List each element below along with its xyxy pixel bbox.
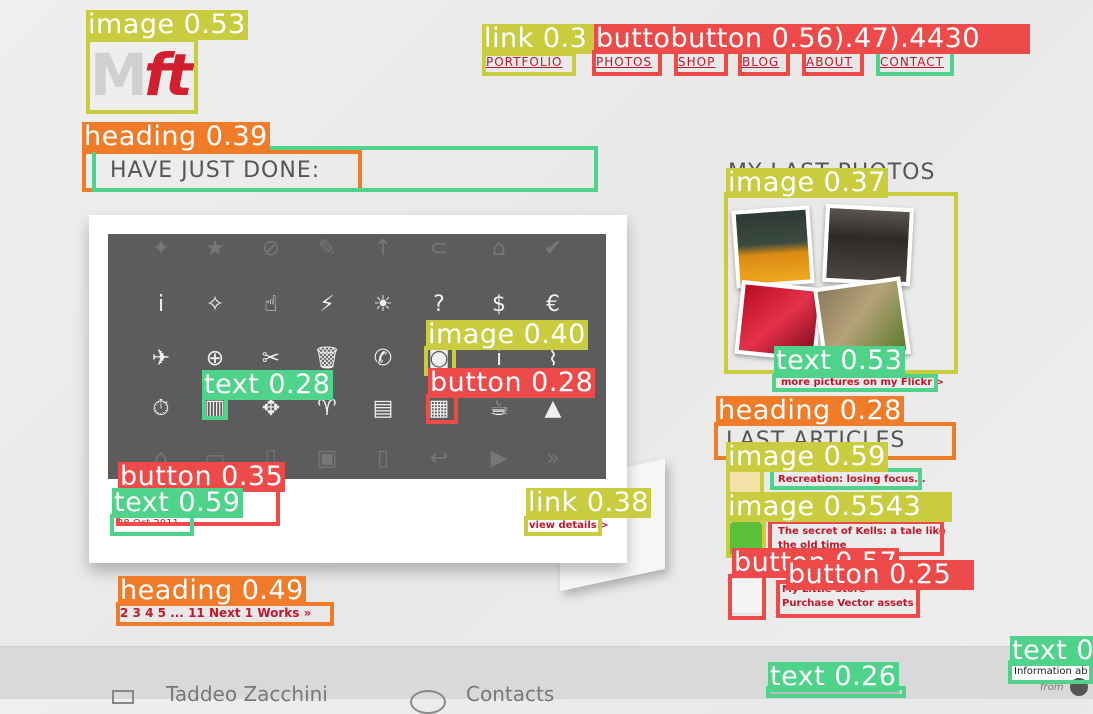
star-icon: ★ (205, 236, 225, 261)
phone-icon: ✆ (373, 346, 393, 371)
overlay-box-gift-button (426, 394, 458, 424)
coffee-icon: ☕ (489, 396, 509, 421)
overlay-box-nav-link (482, 52, 576, 76)
overlay-label-article3-button-b: button 0.25 (786, 560, 974, 590)
overlay-label-nav-buttons: buttobutton 0.56).47).4430 (594, 24, 1030, 54)
user-icon (112, 690, 134, 704)
icon-set-preview[interactable]: ✦ ★ ⊘ ✎ ↑ ⊂ ⌂ ✔ i ✧ ☝ ⚡ ☀ ? $ € ✈ ⊕ ✂ 🗑 … (108, 234, 606, 479)
icon-preview-glyph: ✦ (151, 236, 171, 261)
overlay-label-heading: heading 0.39 (82, 122, 270, 152)
overlay-box-heading-text (92, 146, 598, 192)
overlay-label-info-text: text 0 (1010, 636, 1093, 666)
question-icon: ? (433, 292, 445, 317)
overlay-label-article1-image: image 0.59 (726, 442, 888, 472)
magic-wand-icon: ✧ (205, 292, 225, 317)
briefcase-icon: ▤ (372, 396, 394, 421)
footer-contacts[interactable]: Contacts (466, 682, 554, 706)
overlay-label-flickr-text: text 0.53 (774, 346, 905, 376)
overlay-label-view-details: link 0.38 (526, 488, 651, 518)
undo-icon: ↩ (429, 446, 449, 471)
lightning-icon: ⚡ (319, 292, 335, 317)
person-icon: i (157, 292, 165, 317)
overlay-box-flickr-text (772, 374, 938, 392)
overlay-label-footer-text: text 0.26 (768, 662, 899, 692)
overlay-label-date-text: text 0.59 (112, 488, 243, 518)
overlay-box-logo (86, 38, 198, 114)
overlay-label-articles-heading: heading 0.28 (716, 396, 904, 426)
overlay-box-view-details (524, 516, 602, 536)
footer-name[interactable]: Taddeo Zacchini (166, 682, 328, 706)
overlay-box-article3-button (728, 574, 766, 620)
overlay-label-logo: image 0.53 (86, 10, 248, 40)
euro-icon: € (546, 292, 560, 317)
book-icon: ▯ (376, 446, 390, 471)
contacts-icon (410, 690, 446, 714)
dollar-icon: $ (492, 292, 506, 317)
hand-pointer-icon: ☝ (264, 292, 278, 317)
stopwatch-icon: ⏱ (152, 396, 170, 421)
play-icon: ▶ (490, 446, 508, 471)
blocked-icon: ⊘ (261, 236, 281, 261)
check-icon: ✔ (543, 236, 563, 261)
overlay-label-pager: heading 0.49 (118, 576, 306, 606)
arrow-up-icon: ↑ (373, 236, 393, 261)
overlay-label-camera-image: image 0.40 (426, 320, 588, 350)
magnet-icon: ⊂ (429, 236, 449, 261)
fast-forward-icon: » (546, 446, 560, 471)
calendar-icon: ▣ (316, 446, 338, 471)
overlay-label-photos-image: image 0.37 (726, 168, 888, 198)
bell-icon: ⌂ (492, 236, 506, 261)
overlay-label-article2-image: image 0.5543 (726, 492, 952, 522)
comment-icon: ✎ (317, 236, 337, 261)
overlay-label-toolbox-text: text 0.28 (202, 370, 333, 400)
airplane-icon: ✈ (151, 346, 171, 371)
overlay-label-nav-link: link 0.3 (482, 24, 598, 54)
lightbulb-icon: ☀ (373, 292, 393, 317)
overlay-label-gift-button: button 0.28 (428, 368, 596, 398)
tree-icon: ▲ (544, 396, 562, 421)
